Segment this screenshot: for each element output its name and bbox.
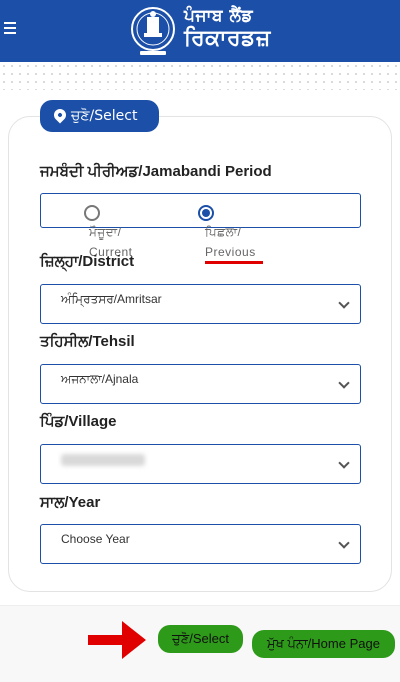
dotted-pattern — [0, 62, 400, 90]
emblem-logo — [131, 7, 175, 55]
select-pill-label: ਚੁਣੋ/Select — [71, 108, 138, 124]
chevron-down-icon — [338, 297, 350, 309]
menu-icon[interactable] — [4, 22, 18, 36]
radio-previous-label: ਪਿਛਲਾ/ Previous — [205, 225, 256, 259]
form-card — [8, 116, 392, 592]
radio-current[interactable] — [84, 205, 100, 221]
annotation-underline — [205, 261, 263, 264]
village-label: ਪਿੰਡ/Village — [40, 413, 117, 430]
annotation-arrow-icon — [88, 621, 146, 659]
select-section-pill: ਚੁਣੋ/Select — [40, 100, 159, 132]
tehsil-select[interactable]: ਅਜਨਾਲਾ/Ajnala — [40, 364, 361, 404]
year-placeholder: Choose Year — [61, 532, 130, 546]
tehsil-value: ਅਜਨਾਲਾ/Ajnala — [61, 372, 139, 386]
village-value-redacted — [61, 454, 145, 466]
chevron-down-icon — [338, 377, 350, 389]
radio-previous[interactable] — [198, 205, 214, 221]
tehsil-label: ਤਹਿਸੀਲ/Tehsil — [40, 333, 135, 350]
village-select[interactable] — [40, 444, 361, 484]
district-label: ਜ਼ਿਲ੍ਹਾ/District — [40, 253, 135, 270]
year-label: ਸਾਲ/Year — [40, 494, 101, 511]
district-select[interactable]: ਅੰਮ੍ਰਿਤਸਰ/Amritsar — [40, 284, 361, 324]
brand-title-line2: ਰਿਕਾਰਡਜ਼ — [184, 26, 271, 51]
brand-title-line1: ਪੰਜਾਬ ਲੈਂਡ — [184, 6, 253, 26]
select-button[interactable]: ਚੁਣੋ/Select — [158, 625, 243, 653]
jamabandi-period-label: ਜਮਬੰਦੀ ਪੀਰੀਅਡ/Jamabandi Period — [40, 163, 272, 180]
chevron-down-icon — [338, 457, 350, 469]
location-pin-icon — [51, 106, 69, 124]
year-select[interactable]: Choose Year — [40, 524, 361, 564]
chevron-down-icon — [338, 537, 350, 549]
home-page-button[interactable]: ਮੁੱਖ ਪੰਨਾ/Home Page — [252, 630, 395, 658]
app-header: ਪੰਜਾਬ ਲੈਂਡ ਰਿਕਾਰਡਜ਼ — [0, 0, 400, 62]
district-value: ਅੰਮ੍ਰਿਤਸਰ/Amritsar — [61, 292, 162, 306]
